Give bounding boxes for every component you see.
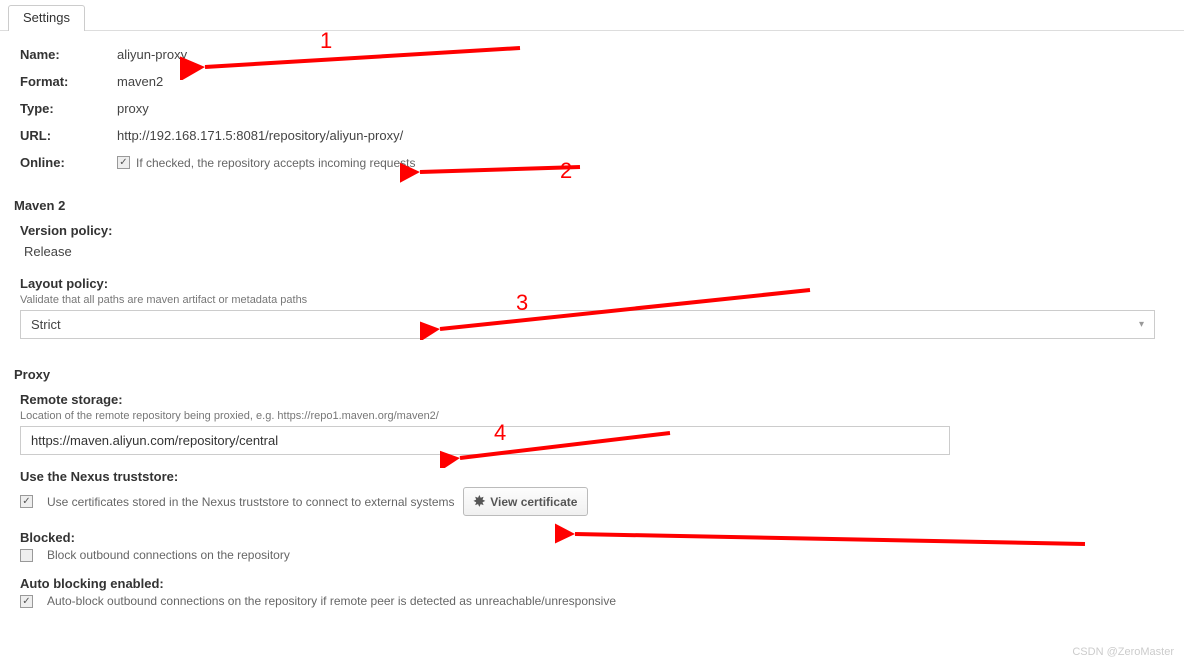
input-remote-storage[interactable] — [20, 426, 950, 455]
annotation-number-1: 1 — [320, 28, 332, 54]
value-name: aliyun-proxy — [117, 47, 187, 62]
row-format: Format: maven2 — [20, 68, 1164, 95]
row-online: Online: If checked, the repository accep… — [20, 149, 1164, 176]
label-autoblock: Auto blocking enabled: — [20, 576, 1164, 591]
label-version-policy: Version policy: — [20, 223, 1164, 238]
watermark: CSDN @ZeroMaster — [1072, 646, 1174, 658]
value-format: maven2 — [117, 74, 163, 89]
select-layout-policy-value: Strict — [31, 317, 61, 332]
hint-autoblock: Auto-block outbound connections on the r… — [47, 594, 616, 608]
hint-blocked: Block outbound connections on the reposi… — [47, 548, 290, 562]
value-version-policy: Release — [20, 241, 1164, 262]
view-certificate-button[interactable]: ✸ View certificate — [463, 487, 589, 516]
field-truststore: Use the Nexus truststore: Use certificat… — [20, 469, 1164, 516]
tab-settings[interactable]: Settings — [8, 5, 85, 31]
chevron-down-icon: ▾ — [1139, 319, 1144, 330]
hint-remote-storage: Location of the remote repository being … — [20, 410, 1164, 422]
value-type: proxy — [117, 101, 149, 116]
field-remote-storage: Remote storage: Location of the remote r… — [20, 392, 1164, 455]
label-remote-storage: Remote storage: — [20, 392, 1164, 407]
annotation-number-2: 2 — [560, 158, 572, 184]
hint-truststore: Use certificates stored in the Nexus tru… — [47, 495, 455, 509]
field-version-policy: Version policy: Release — [20, 223, 1164, 262]
online-hint: If checked, the repository accepts incom… — [136, 156, 415, 170]
section-maven2: Maven 2 — [14, 198, 1164, 213]
online-checkbox-row: If checked, the repository accepts incom… — [117, 155, 415, 170]
online-checkbox[interactable] — [117, 156, 130, 169]
field-layout-policy: Layout policy: Validate that all paths a… — [20, 276, 1164, 339]
label-layout-policy: Layout policy: — [20, 276, 1164, 291]
blocked-checkbox[interactable] — [20, 549, 33, 562]
row-name: Name: aliyun-proxy — [20, 41, 1164, 68]
select-layout-policy[interactable]: Strict ▾ — [20, 310, 1155, 339]
label-type: Type: — [20, 101, 117, 116]
label-name: Name: — [20, 47, 117, 62]
row-url: URL: http://192.168.171.5:8081/repositor… — [20, 122, 1164, 149]
value-url: http://192.168.171.5:8081/repository/ali… — [117, 128, 403, 143]
settings-content: Name: aliyun-proxy Format: maven2 Type: … — [0, 31, 1184, 608]
view-certificate-label: View certificate — [490, 495, 577, 509]
autoblock-checkbox[interactable] — [20, 595, 33, 608]
tab-bar: Settings — [0, 0, 1184, 31]
label-online: Online: — [20, 155, 117, 170]
field-autoblock: Auto blocking enabled: Auto-block outbou… — [20, 576, 1164, 608]
truststore-checkbox[interactable] — [20, 495, 33, 508]
label-truststore: Use the Nexus truststore: — [20, 469, 1164, 484]
label-url: URL: — [20, 128, 117, 143]
label-blocked: Blocked: — [20, 530, 1164, 545]
certificate-icon: ✸ — [474, 493, 486, 510]
section-proxy: Proxy — [14, 367, 1164, 382]
annotation-number-4: 4 — [494, 420, 506, 446]
row-type: Type: proxy — [20, 95, 1164, 122]
hint-layout-policy: Validate that all paths are maven artifa… — [20, 294, 1164, 306]
annotation-number-3: 3 — [516, 290, 528, 316]
field-blocked: Blocked: Block outbound connections on t… — [20, 530, 1164, 562]
label-format: Format: — [20, 74, 117, 89]
